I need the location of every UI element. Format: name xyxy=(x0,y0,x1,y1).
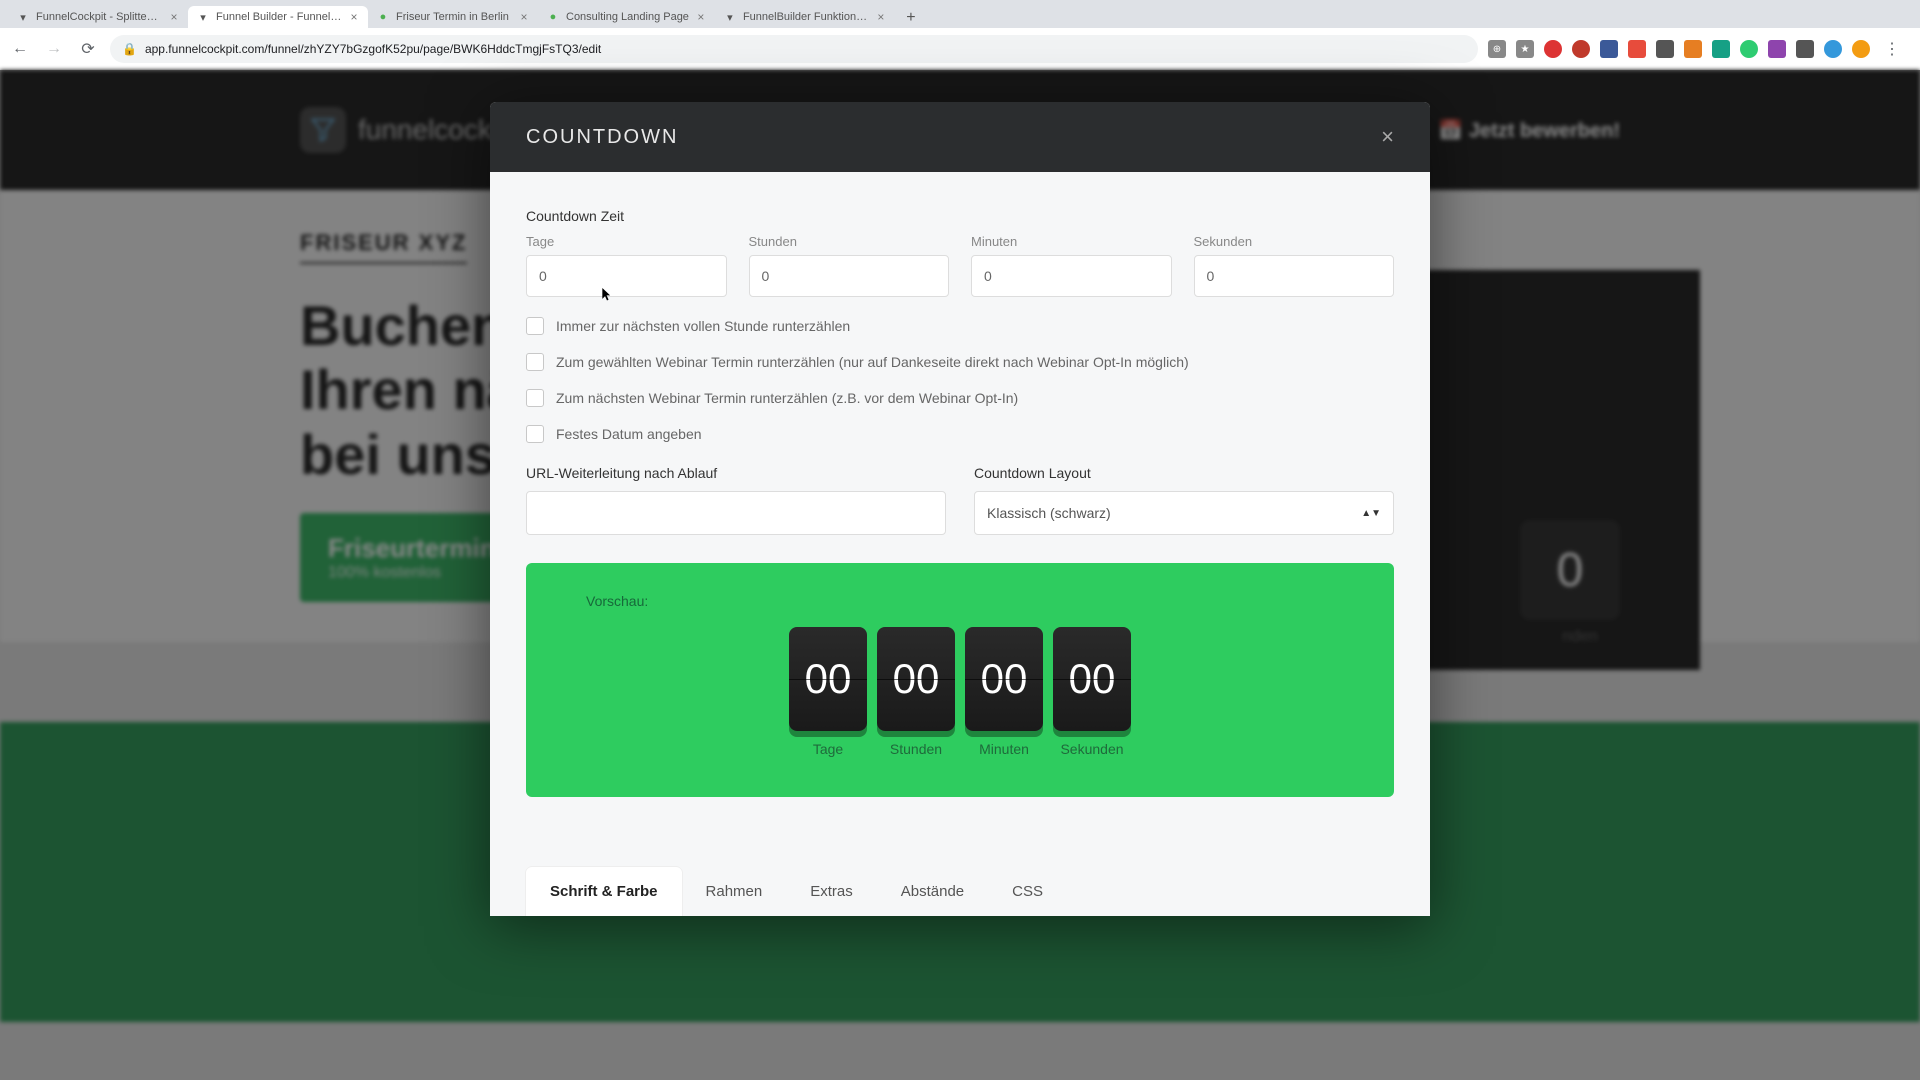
extension-icon[interactable] xyxy=(1824,40,1842,58)
hours-input[interactable] xyxy=(749,255,950,297)
preview-hours-tile: 00 xyxy=(877,627,955,731)
checkbox-icon xyxy=(526,353,544,371)
close-icon[interactable]: × xyxy=(518,11,530,23)
url-redirect-label: URL-Weiterleitung nach Ablauf xyxy=(526,465,946,481)
favicon-icon: ● xyxy=(376,10,390,24)
extension-icon[interactable] xyxy=(1768,40,1786,58)
tab-title: FunnelBuilder Funktionen & El… xyxy=(743,11,869,23)
url-redirect-input[interactable] xyxy=(526,491,946,535)
minutes-input[interactable] xyxy=(971,255,1172,297)
extension-icon[interactable] xyxy=(1852,40,1870,58)
checkbox-webinar-chosen[interactable]: Zum gewählten Webinar Termin runterzähle… xyxy=(526,353,1394,371)
extension-icon[interactable] xyxy=(1656,40,1674,58)
tab-font-color[interactable]: Schrift & Farbe xyxy=(526,867,682,916)
extension-icon[interactable] xyxy=(1572,40,1590,58)
preview-days-label: Tage xyxy=(789,741,867,757)
modal-header: COUNTDOWN × xyxy=(490,102,1430,172)
tab-title: Friseur Termin in Berlin xyxy=(396,11,512,23)
checkbox-label: Immer zur nächsten vollen Stunde runterz… xyxy=(556,318,850,334)
forward-button[interactable]: → xyxy=(42,37,66,61)
browser-tab[interactable]: ● Friseur Termin in Berlin × xyxy=(368,6,538,28)
close-icon[interactable]: × xyxy=(348,11,360,23)
chevron-down-icon: ▲▼ xyxy=(1361,508,1381,519)
tab-title: FunnelCockpit - Splittests, M… xyxy=(36,11,162,23)
lock-icon: 🔒 xyxy=(122,42,137,56)
extension-icon[interactable] xyxy=(1544,40,1562,58)
modal-body: Countdown Zeit Tage Stunden Minuten Seku… xyxy=(490,172,1430,916)
checkbox-icon xyxy=(526,317,544,335)
back-button[interactable]: ← xyxy=(8,37,32,61)
extension-icon[interactable] xyxy=(1628,40,1646,58)
countdown-modal: COUNTDOWN × Countdown Zeit Tage Stunden … xyxy=(490,102,1430,916)
layout-label: Countdown Layout xyxy=(974,465,1394,481)
preview-hours-label: Stunden xyxy=(877,741,955,757)
settings-row: URL-Weiterleitung nach Ablauf Countdown … xyxy=(526,465,1394,535)
hours-label: Stunden xyxy=(749,234,950,249)
preview-minutes-tile: 00 xyxy=(965,627,1043,731)
modal-title: COUNTDOWN xyxy=(526,126,678,149)
tab-extras[interactable]: Extras xyxy=(786,867,877,916)
url-text: app.funnelcockpit.com/funnel/zhYZY7bGzgo… xyxy=(145,42,601,56)
favicon-icon: ▾ xyxy=(196,10,210,24)
menu-icon[interactable]: ⋮ xyxy=(1880,37,1904,61)
close-icon[interactable]: × xyxy=(875,11,887,23)
preview-days-tile: 00 xyxy=(789,627,867,731)
modal-overlay[interactable]: COUNTDOWN × Countdown Zeit Tage Stunden … xyxy=(0,70,1920,1080)
preview-seconds-tile: 00 xyxy=(1053,627,1131,731)
section-label: Countdown Zeit xyxy=(526,208,1394,224)
preview-label: Vorschau: xyxy=(586,593,1334,609)
time-inputs-row: Tage Stunden Minuten Sekunden xyxy=(526,234,1394,297)
checkbox-label: Festes Datum angeben xyxy=(556,426,702,442)
tab-title: Consulting Landing Page xyxy=(566,11,689,23)
checkbox-full-hour[interactable]: Immer zur nächsten vollen Stunde runterz… xyxy=(526,317,1394,335)
layout-select[interactable]: Klassisch (schwarz) ▲▼ xyxy=(974,491,1394,535)
browser-chrome: ▾ FunnelCockpit - Splittests, M… × ▾ Fun… xyxy=(0,0,1920,70)
favicon-icon: ▾ xyxy=(16,10,30,24)
address-bar: ← → ⟳ 🔒 app.funnelcockpit.com/funnel/zhY… xyxy=(0,28,1920,70)
tab-frame[interactable]: Rahmen xyxy=(682,867,787,916)
tab-css[interactable]: CSS xyxy=(988,867,1067,916)
preview-minutes-label: Minuten xyxy=(965,741,1043,757)
checkbox-icon xyxy=(526,389,544,407)
days-label: Tage xyxy=(526,234,727,249)
seconds-input[interactable] xyxy=(1194,255,1395,297)
new-tab-button[interactable]: + xyxy=(899,8,923,28)
preview-seconds-label: Sekunden xyxy=(1053,741,1131,757)
checkbox-label: Zum nächsten Webinar Termin runterzählen… xyxy=(556,390,1018,406)
browser-tab-active[interactable]: ▾ Funnel Builder - FunnelCockpit × xyxy=(188,6,368,28)
reload-button[interactable]: ⟳ xyxy=(76,37,100,61)
extension-icon[interactable] xyxy=(1796,40,1814,58)
tab-title: Funnel Builder - FunnelCockpit xyxy=(216,11,342,23)
minutes-label: Minuten xyxy=(971,234,1172,249)
checkbox-fixed-date[interactable]: Festes Datum angeben xyxy=(526,425,1394,443)
select-value: Klassisch (schwarz) xyxy=(987,505,1111,521)
browser-tab[interactable]: ● Consulting Landing Page × xyxy=(538,6,715,28)
checkbox-icon xyxy=(526,425,544,443)
browser-tab[interactable]: ▾ FunnelCockpit - Splittests, M… × xyxy=(8,6,188,28)
extension-icon[interactable] xyxy=(1600,40,1618,58)
tab-strip: ▾ FunnelCockpit - Splittests, M… × ▾ Fun… xyxy=(0,0,1920,28)
favicon-icon: ▾ xyxy=(723,10,737,24)
style-tabs: Schrift & Farbe Rahmen Extras Abstände C… xyxy=(526,867,1394,916)
close-icon[interactable]: × xyxy=(1381,124,1394,150)
checkbox-label: Zum gewählten Webinar Termin runterzähle… xyxy=(556,354,1189,370)
extension-icon[interactable]: ★ xyxy=(1516,40,1534,58)
days-input[interactable] xyxy=(526,255,727,297)
extension-icon[interactable] xyxy=(1684,40,1702,58)
extension-icons: ⊕ ★ ⋮ xyxy=(1488,37,1912,61)
url-input[interactable]: 🔒 app.funnelcockpit.com/funnel/zhYZY7bGz… xyxy=(110,35,1478,63)
checkbox-webinar-next[interactable]: Zum nächsten Webinar Termin runterzählen… xyxy=(526,389,1394,407)
seconds-label: Sekunden xyxy=(1194,234,1395,249)
close-icon[interactable]: × xyxy=(695,11,707,23)
favicon-icon: ● xyxy=(546,10,560,24)
countdown-preview: Vorschau: 00 Tage 00 Stunden 00 Minuten xyxy=(526,563,1394,797)
extension-icon[interactable]: ⊕ xyxy=(1488,40,1506,58)
extension-icon[interactable] xyxy=(1740,40,1758,58)
close-icon[interactable]: × xyxy=(168,11,180,23)
browser-tab[interactable]: ▾ FunnelBuilder Funktionen & El… × xyxy=(715,6,895,28)
flip-row: 00 Tage 00 Stunden 00 Minuten 00 Sekunde… xyxy=(586,627,1334,757)
tab-spacing[interactable]: Abstände xyxy=(877,867,988,916)
extension-icon[interactable] xyxy=(1712,40,1730,58)
